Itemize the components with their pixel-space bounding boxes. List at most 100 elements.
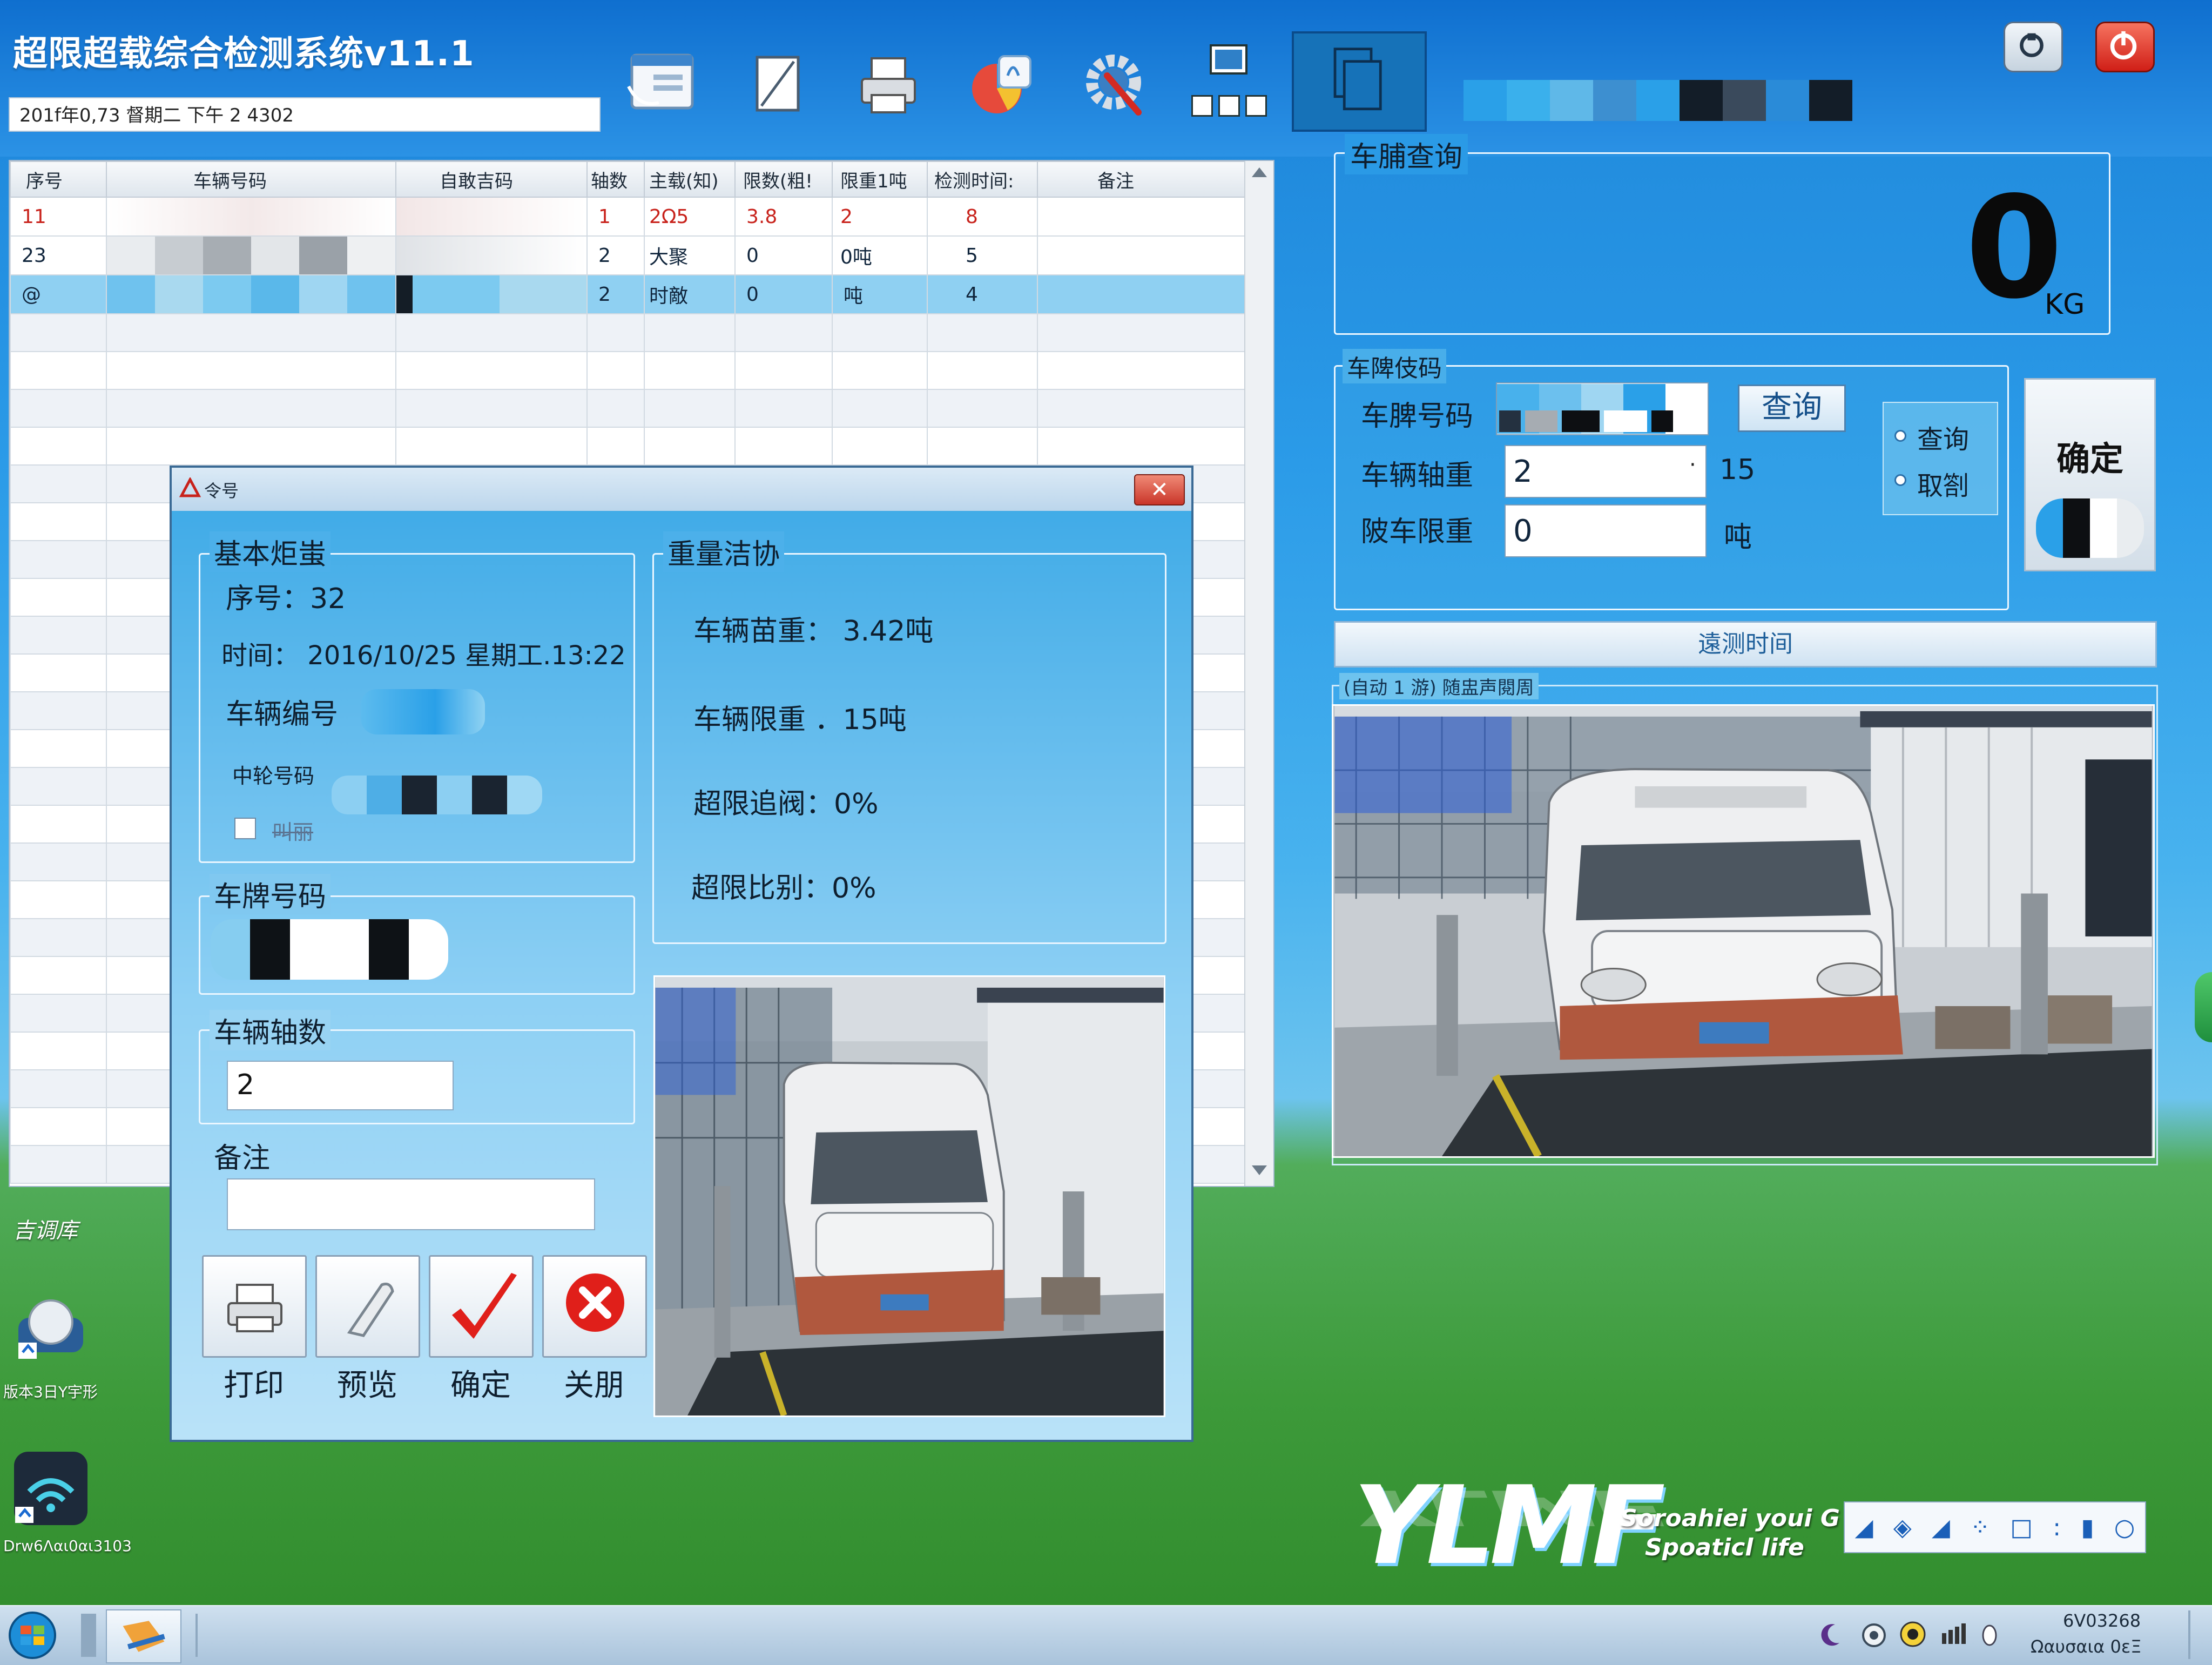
cell-load: 2Ω5: [644, 197, 736, 237]
col-plate[interactable]: 自敢吉码: [395, 161, 588, 198]
start-icon[interactable]: [3, 1609, 62, 1661]
moon-icon[interactable]: [1816, 1617, 1846, 1651]
plate-masked-value: [1499, 410, 1683, 432]
shield-icon[interactable]: [1974, 1617, 2005, 1651]
query-group-title: 车陴伎码: [1343, 349, 1446, 383]
confirm-button[interactable]: 确定: [2024, 378, 2156, 571]
axles-input[interactable]: 2: [227, 1061, 454, 1110]
dots-icon[interactable]: ⁘: [1970, 1514, 1990, 1541]
seq-text: 序号：32: [226, 583, 346, 615]
limit-input[interactable]: 0: [1505, 504, 1707, 557]
col-vehicle-no[interactable]: 车辆号码: [106, 161, 396, 198]
document-icon[interactable]: [1292, 31, 1427, 132]
cell-load: 大聚: [644, 235, 736, 275]
dialog-close-icon[interactable]: ✕: [1134, 474, 1185, 505]
radio-query[interactable]: [1894, 430, 1906, 442]
brand-slogan-2: Spoaticl life: [1645, 1534, 1804, 1561]
camera-image[interactable]: [1332, 704, 2155, 1158]
dialog-camera-image[interactable]: [653, 975, 1165, 1417]
scroll-down-icon[interactable]: [1252, 1165, 1267, 1175]
radio-query-label[interactable]: 查询: [1917, 418, 1969, 456]
table-row[interactable]: 23 2 大聚 0 0吨 5: [10, 235, 1245, 275]
confirm-button-label: 确定: [2056, 439, 2123, 478]
edit-icon[interactable]: [738, 43, 819, 124]
side-gadget[interactable]: [2195, 972, 2212, 1042]
restore-icon[interactable]: [2004, 22, 2063, 72]
records-icon[interactable]: [621, 43, 702, 124]
app-title: 超限超载综合检测系统v11.1: [13, 34, 475, 74]
circle-icon[interactable]: ○: [2114, 1514, 2135, 1541]
dialog-title: 令号: [204, 481, 239, 501]
plate-label: 车脾号码: [1361, 400, 1474, 433]
camera-title: (自动 1 游) 随盅声閱周: [1339, 673, 1539, 699]
globe-icon[interactable]: [13, 1296, 89, 1361]
close-dialog-button[interactable]: [542, 1255, 647, 1358]
diamond-icon[interactable]: ◈: [1893, 1514, 1912, 1541]
desktop-icon-label[interactable]: Drw6Λαι0αι3103: [3, 1537, 132, 1555]
quick-launch-strip[interactable]: ◢ ◈ ◢ ⁘ □: ▮ ○: [1844, 1501, 2146, 1553]
col-axles[interactable]: 轴数: [586, 161, 645, 198]
axle-weight-unit: 15: [1719, 454, 1756, 486]
clock-date[interactable]: Ωαυσαια 0εΞ: [2031, 1636, 2141, 1657]
cell-seq: 11: [10, 197, 107, 237]
desktop-icon-label[interactable]: 吉调库: [13, 1213, 78, 1244]
option-checkbox[interactable]: [234, 818, 256, 839]
col-time[interactable]: 检测时间:: [927, 161, 1038, 198]
cell-limit-weight: 吨: [832, 274, 928, 314]
note-input[interactable]: [227, 1178, 595, 1230]
volume-bars-icon[interactable]: [1939, 1617, 1969, 1651]
table-scrollbar[interactable]: [1244, 161, 1273, 1186]
dash-icon[interactable]: :: [2053, 1514, 2061, 1541]
bookmark-icon[interactable]: ▮: [2081, 1514, 2094, 1541]
limit-unit: 吨: [1724, 521, 1752, 554]
taskbar-app-button[interactable]: [106, 1609, 181, 1663]
option-checkbox-label[interactable]: 叫丽: [272, 815, 313, 845]
leaf-icon[interactable]: ◢: [1932, 1514, 1950, 1541]
detect-time-bar[interactable]: 遠测时间: [1334, 621, 2157, 668]
axle-weight-spinner[interactable]: ·: [1689, 453, 1696, 477]
col-seq[interactable]: 序号: [10, 161, 107, 198]
network-icon[interactable]: [1859, 1617, 1889, 1651]
show-desktop-button[interactable]: [2188, 1610, 2190, 1659]
wifi-icon[interactable]: [13, 1451, 89, 1526]
table-row-selected[interactable]: @ 2 时敵 0 吨 4: [10, 274, 1245, 314]
radio-cancel-label[interactable]: 取劄: [1917, 464, 1969, 502]
drop-icon[interactable]: ◢: [1855, 1514, 1873, 1541]
square-icon[interactable]: □: [2010, 1514, 2033, 1541]
col-limit-weight[interactable]: 限重1吨: [832, 161, 928, 198]
confirm-masked-icon: [2036, 498, 2144, 558]
col-load[interactable]: 主载(知): [644, 161, 736, 198]
settings-icon[interactable]: [1075, 43, 1156, 124]
cell-note: [1037, 197, 1245, 237]
power-icon[interactable]: [2095, 22, 2155, 72]
preview-button[interactable]: [315, 1255, 420, 1358]
note-legend: 备注: [214, 1142, 271, 1175]
dialog-titlebar[interactable]: [172, 468, 1191, 511]
vehicle-no-masked: [361, 689, 485, 734]
cell-time: 5: [927, 235, 1038, 275]
cell-time: 8: [927, 197, 1038, 237]
table-row[interactable]: 11 1 2Ω5 3.8 2 8: [10, 197, 1245, 237]
cell-note: [1037, 274, 1245, 314]
radio-cancel[interactable]: [1894, 474, 1906, 486]
plate-image-masked: [211, 919, 448, 980]
axle-weight-input[interactable]: 2: [1505, 445, 1707, 498]
col-note[interactable]: 备注: [1037, 161, 1245, 198]
close-label: 关朋: [564, 1368, 624, 1403]
axle-weight-label: 车辆轴重: [1361, 460, 1474, 492]
printer-icon[interactable]: [848, 43, 929, 124]
weight-unit: KG: [2045, 288, 2085, 321]
col-limit-ratio[interactable]: 限数(粗!: [734, 161, 833, 198]
qq-icon[interactable]: [1898, 1617, 1928, 1651]
print-button[interactable]: [202, 1255, 307, 1358]
window-icon[interactable]: [1191, 95, 1272, 120]
stats-icon[interactable]: [959, 43, 1040, 124]
scroll-up-icon[interactable]: [1252, 167, 1267, 177]
monitor-icon[interactable]: [1208, 43, 1251, 81]
clock-time[interactable]: 6V03268: [2063, 1610, 2141, 1631]
query-button[interactable]: 查询: [1738, 385, 1846, 432]
confirm-dialog-button[interactable]: [429, 1255, 534, 1358]
desktop-icon-label[interactable]: 版本3日Y宇形: [3, 1380, 98, 1402]
limit-label: 陂车限重: [1361, 516, 1474, 548]
table-header: 序号 车辆号码 自敢吉码 轴数 主载(知) 限数(粗! 限重1吨 检测时间: 备…: [10, 161, 1245, 198]
